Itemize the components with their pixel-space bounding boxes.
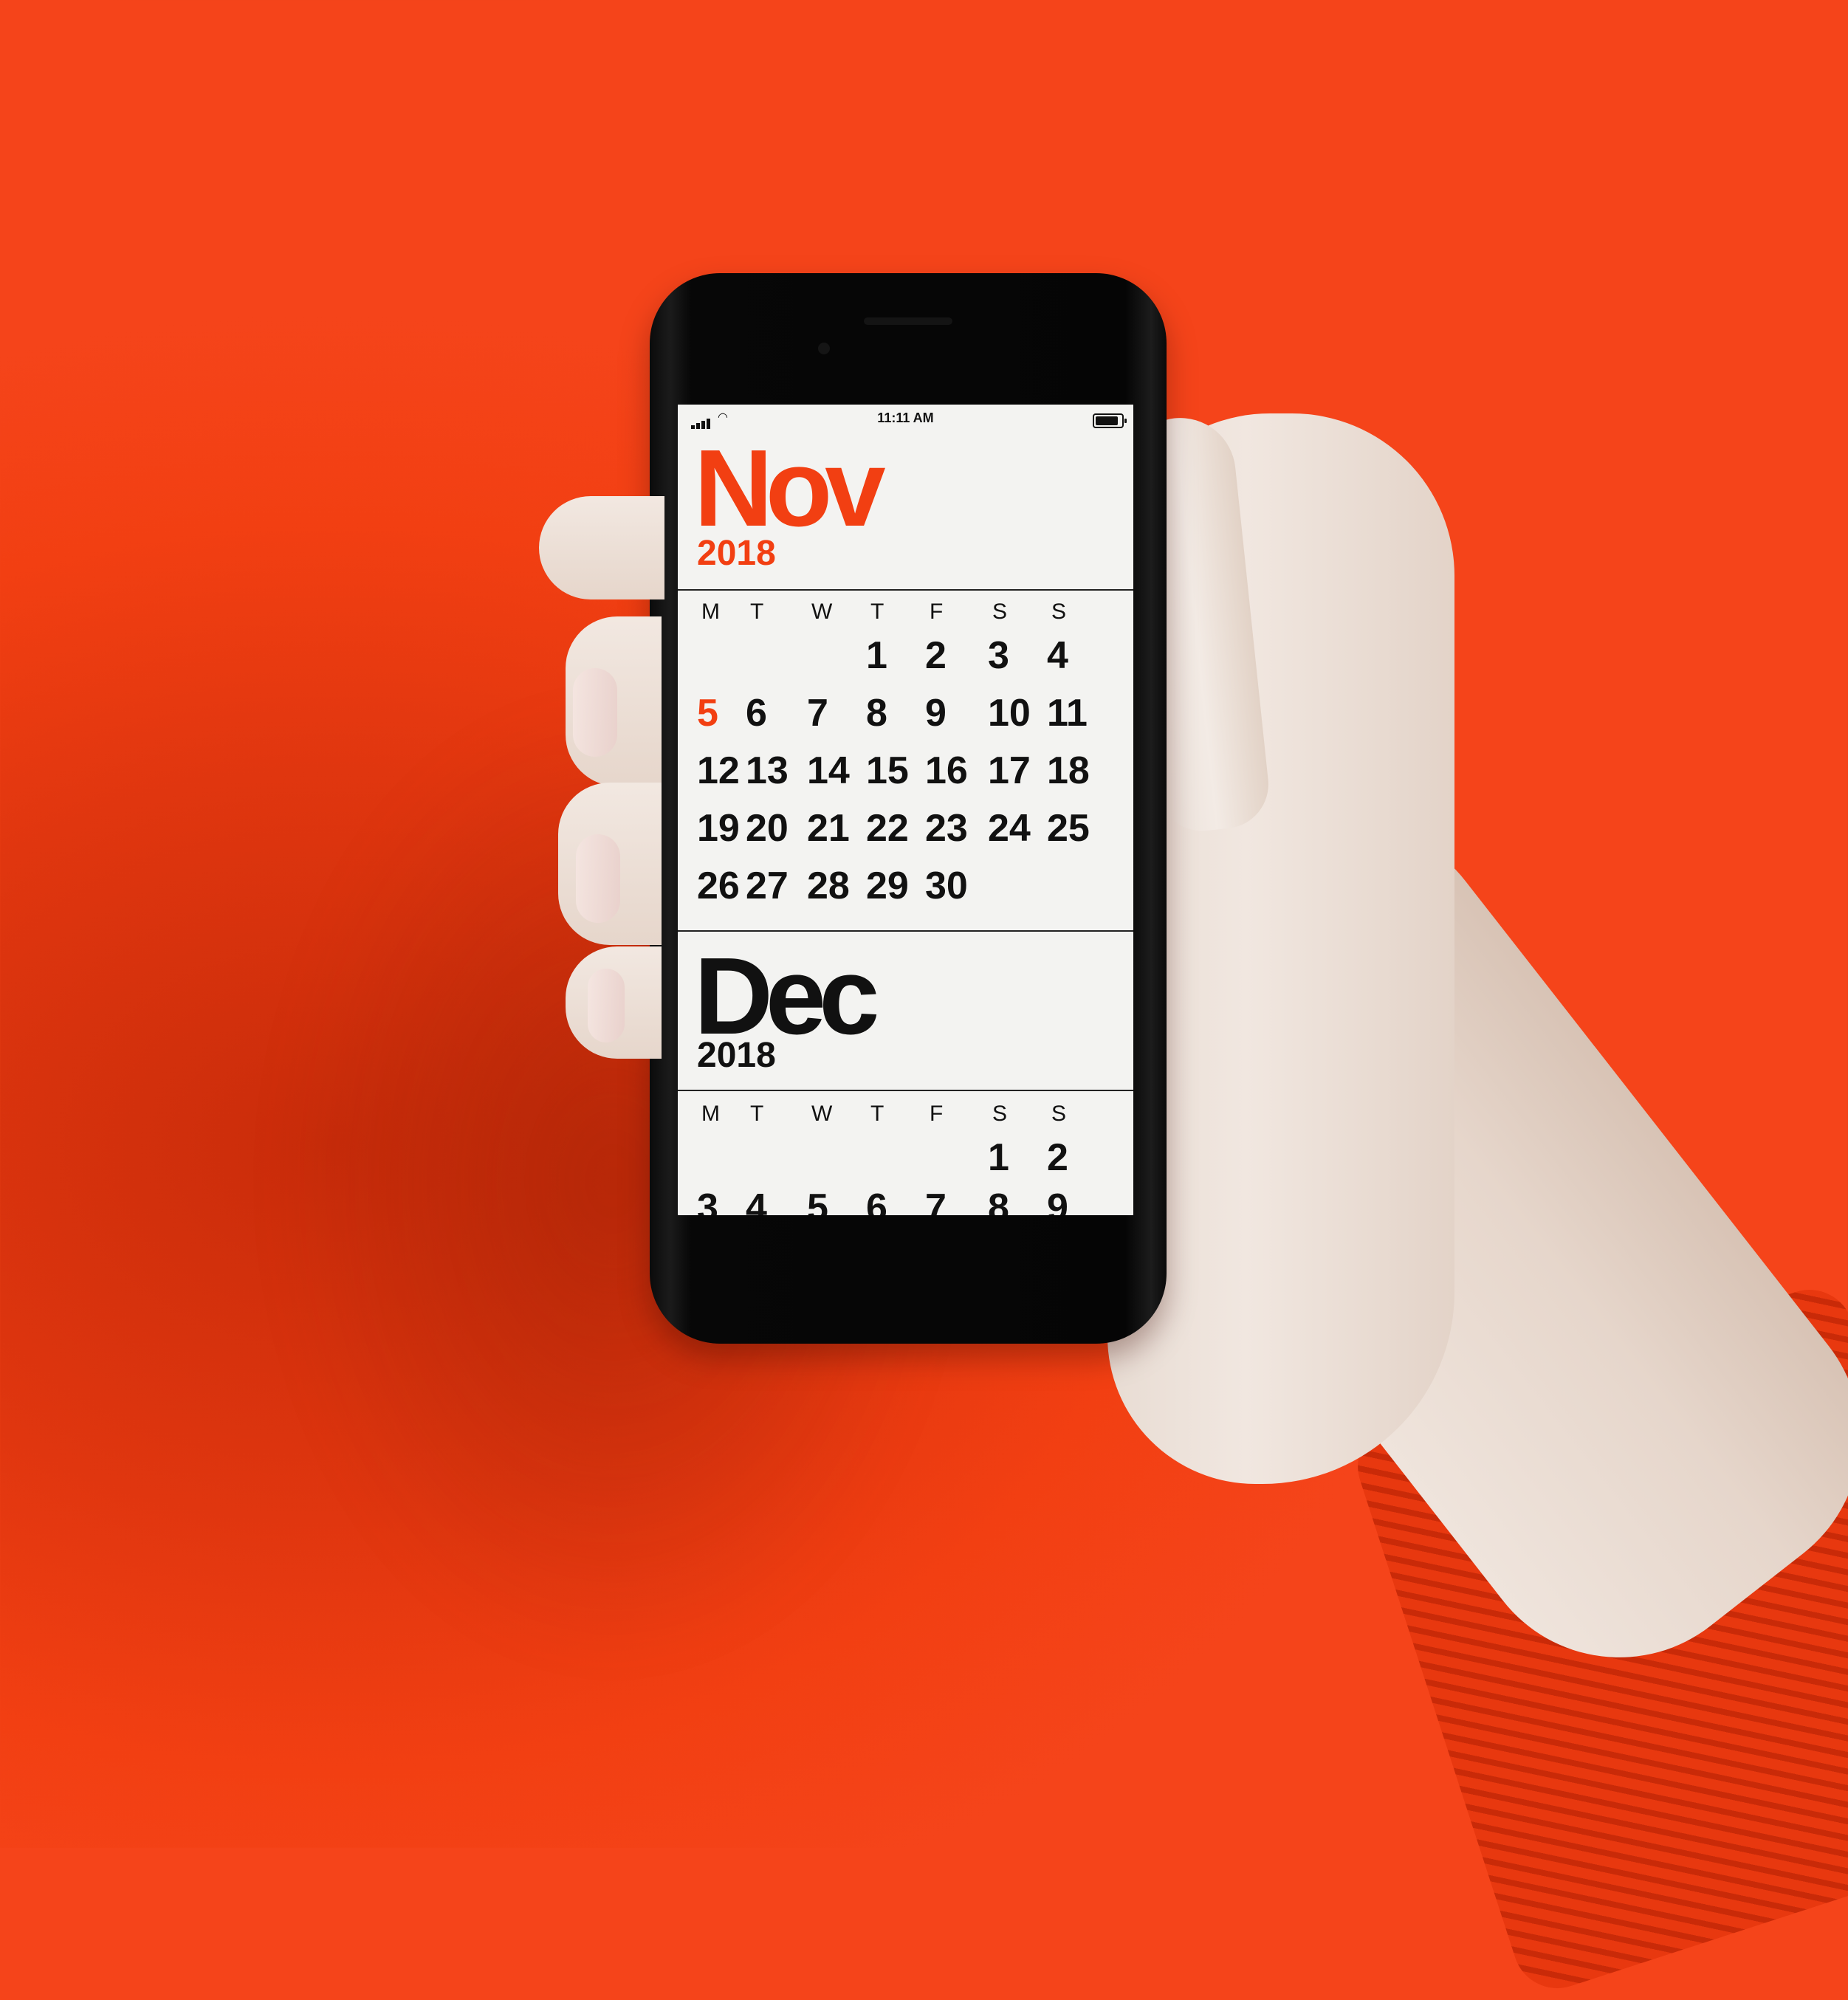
calendar-day[interactable]: 15 — [866, 752, 909, 790]
calendar-day[interactable]: 1 — [866, 636, 887, 675]
calendar-day[interactable]: 18 — [1047, 752, 1090, 790]
weekday-label: M — [701, 599, 720, 624]
calendar-day[interactable]: 26 — [697, 867, 740, 905]
weekday-label: T — [750, 1102, 764, 1126]
calendar-day[interactable]: 13 — [746, 752, 789, 790]
calendar-day[interactable]: 21 — [807, 809, 850, 848]
weekday-label: T — [870, 1102, 885, 1126]
middle-fingernail — [573, 668, 617, 757]
calendar-day[interactable]: 22 — [866, 809, 909, 848]
calendar-day-today[interactable]: 5 — [697, 694, 718, 732]
calendar-day[interactable]: 3 — [988, 636, 1009, 675]
calendar-day[interactable]: 25 — [1047, 809, 1090, 848]
calendar-day[interactable]: 6 — [866, 1189, 887, 1215]
calendar-day[interactable]: 14 — [807, 752, 850, 790]
calendar-day[interactable]: 12 — [697, 752, 740, 790]
divider — [678, 589, 1133, 591]
weekday-label: F — [930, 599, 944, 624]
weekday-label: W — [811, 1102, 833, 1126]
calendar-day[interactable]: 3 — [697, 1189, 718, 1215]
calendar-day[interactable]: 6 — [746, 694, 767, 732]
earpiece-speaker — [864, 317, 952, 325]
calendar-day[interactable]: 5 — [807, 1189, 828, 1215]
calendar-day[interactable]: 2 — [1047, 1138, 1068, 1177]
calendar-day[interactable]: 24 — [988, 809, 1031, 848]
calendar-day[interactable]: 19 — [697, 809, 740, 848]
calendar-day[interactable]: 16 — [925, 752, 968, 790]
weekday-label: S — [1051, 599, 1067, 624]
calendar-day[interactable]: 29 — [866, 867, 909, 905]
divider — [678, 1090, 1133, 1091]
calendar-day[interactable]: 27 — [746, 867, 789, 905]
calendar-day[interactable]: 10 — [988, 694, 1031, 732]
weekday-label: S — [992, 1102, 1008, 1126]
ring-fingernail — [576, 834, 620, 923]
weekday-label: S — [1051, 1102, 1067, 1126]
battery-icon — [1093, 413, 1127, 428]
divider — [678, 930, 1133, 932]
calendar-day[interactable]: 4 — [746, 1189, 767, 1215]
phone-screen[interactable]: ◠ 11:11 AM Nov 2018 M T W T F S S 1 2 3 4 5 6 7 8 9 10 11… — [678, 405, 1133, 1215]
month-title-november: Nov — [694, 427, 886, 549]
month-title-december: Dec — [694, 935, 879, 1057]
calendar-day[interactable]: 8 — [866, 694, 887, 732]
front-camera — [818, 343, 830, 354]
weekday-label: S — [992, 599, 1008, 624]
calendar-day[interactable]: 7 — [925, 1189, 947, 1215]
calendar-day[interactable]: 20 — [746, 809, 789, 848]
little-fingernail — [588, 969, 625, 1042]
calendar-day[interactable]: 8 — [988, 1189, 1009, 1215]
calendar-day[interactable]: 1 — [988, 1138, 1009, 1177]
calendar-day[interactable]: 9 — [1047, 1189, 1068, 1215]
calendar-day[interactable]: 2 — [925, 636, 947, 675]
weekday-label: F — [930, 1102, 944, 1126]
calendar-day[interactable]: 28 — [807, 867, 850, 905]
weekday-label: T — [870, 599, 885, 624]
index-finger — [539, 496, 664, 599]
year-december: 2018 — [697, 1036, 776, 1075]
calendar-day[interactable]: 4 — [1047, 636, 1068, 675]
calendar-day[interactable]: 17 — [988, 752, 1031, 790]
calendar-day[interactable]: 11 — [1047, 694, 1088, 732]
weekday-label: T — [750, 599, 764, 624]
weekday-label: W — [811, 599, 833, 624]
calendar-day[interactable]: 9 — [925, 694, 947, 732]
calendar-day[interactable]: 7 — [807, 694, 828, 732]
weekday-label: M — [701, 1102, 720, 1126]
status-time: 11:11 AM — [877, 410, 934, 425]
year-november: 2018 — [697, 534, 776, 573]
calendar-day[interactable]: 23 — [925, 809, 968, 848]
calendar-day[interactable]: 30 — [925, 867, 968, 905]
